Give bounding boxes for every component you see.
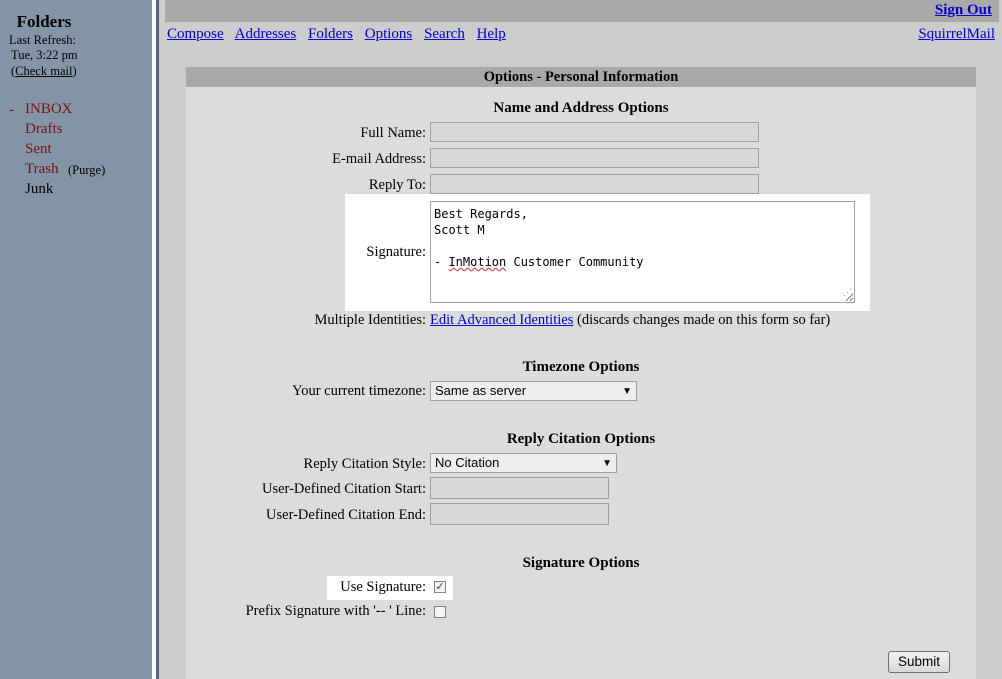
email-label: E-mail Address:: [332, 151, 426, 167]
purge-trash-link[interactable]: (Purge): [68, 163, 105, 178]
email-input[interactable]: [430, 148, 759, 168]
signature-label: Signature:: [366, 244, 426, 260]
citation-start-label: User-Defined Citation Start:: [261, 481, 426, 497]
resize-grip-icon[interactable]: ⋰: [843, 285, 852, 301]
edit-identities-link[interactable]: Edit Advanced Identities: [430, 312, 573, 328]
current-folder-marker: -: [9, 102, 14, 118]
timezone-label: Your current timezone:: [292, 383, 426, 399]
panel-title: Options - Personal Information: [186, 67, 976, 87]
menu-options[interactable]: Options: [365, 26, 413, 42]
full-name-input[interactable]: [430, 122, 759, 142]
citation-style-select[interactable]: No Citation ▼: [430, 453, 617, 473]
folder-trash[interactable]: Trash: [25, 161, 59, 178]
misspelled-word: InMotion: [448, 255, 507, 269]
identities-note: (discards changes made on this form so f…: [576, 312, 831, 328]
folder-drafts[interactable]: Drafts: [25, 121, 63, 138]
use-signature-label: Use Signature:: [340, 579, 426, 595]
reply-to-label: Reply To:: [368, 177, 426, 193]
use-signature-checkbox[interactable]: ✓: [434, 581, 446, 593]
menu-folders[interactable]: Folders: [308, 26, 353, 42]
dropdown-arrow-icon: ▼: [602, 458, 612, 469]
citation-style-label: Reply Citation Style:: [303, 456, 426, 472]
citation-start-input[interactable]: [430, 477, 609, 499]
timezone-selected: Same as server: [435, 383, 527, 398]
check-mail-close-paren: ): [72, 64, 77, 78]
last-refresh-time: Tue, 3:22 pm: [11, 48, 78, 62]
name-address-heading: Name and Address Options: [493, 100, 669, 116]
identities-row: Edit Advanced Identities (discards chang…: [430, 312, 830, 329]
main-menu: Compose Addresses Folders Options Search…: [167, 26, 514, 43]
sign-out-link[interactable]: Sign Out: [935, 2, 992, 19]
folder-inbox[interactable]: INBOX: [25, 101, 73, 118]
citation-style-selected: No Citation: [435, 455, 500, 470]
timezone-heading: Timezone Options: [522, 359, 640, 375]
reply-to-input[interactable]: [430, 174, 759, 194]
citation-end-label: User-Defined Citation End:: [266, 507, 426, 523]
signature-text: Best Regards, Scott M - InMotion Custome…: [434, 207, 644, 269]
menu-addresses[interactable]: Addresses: [235, 26, 297, 42]
folder-pane: Folders Last Refresh: Tue, 3:22 pm (Chec…: [0, 0, 152, 679]
pane-divider-shadow: [156, 0, 159, 679]
check-mail-link[interactable]: Check mail: [15, 64, 72, 78]
timezone-select[interactable]: Same as server ▼: [430, 381, 637, 401]
prefix-signature-checkbox[interactable]: [434, 606, 446, 618]
folders-title: Folders: [16, 12, 72, 31]
options-panel: Options - Personal Information Name and …: [186, 67, 976, 679]
last-refresh-label: Last Refresh:: [9, 33, 76, 47]
prefix-signature-label: Prefix Signature with '-- ' Line:: [245, 603, 426, 619]
menu-search[interactable]: Search: [424, 26, 465, 42]
dropdown-arrow-icon: ▼: [622, 386, 632, 397]
checkmark-icon: ✓: [435, 580, 445, 593]
menu-help[interactable]: Help: [477, 26, 506, 42]
menu-compose[interactable]: Compose: [167, 26, 224, 42]
folder-sent[interactable]: Sent: [25, 141, 52, 158]
check-mail-wrapper: (Check mail): [11, 64, 77, 79]
submit-button[interactable]: Submit: [888, 651, 950, 673]
squirrelmail-link[interactable]: SquirrelMail: [918, 26, 995, 43]
citation-end-input[interactable]: [430, 503, 609, 525]
top-bar: Sign Out: [165, 0, 999, 22]
signature-textarea[interactable]: Best Regards, Scott M - InMotion Custome…: [430, 201, 855, 303]
signature-options-heading: Signature Options: [522, 555, 640, 571]
citation-heading: Reply Citation Options: [506, 431, 656, 447]
full-name-label: Full Name:: [360, 125, 426, 141]
folder-junk[interactable]: Junk: [25, 181, 53, 198]
identities-label: Multiple Identities:: [314, 312, 426, 328]
